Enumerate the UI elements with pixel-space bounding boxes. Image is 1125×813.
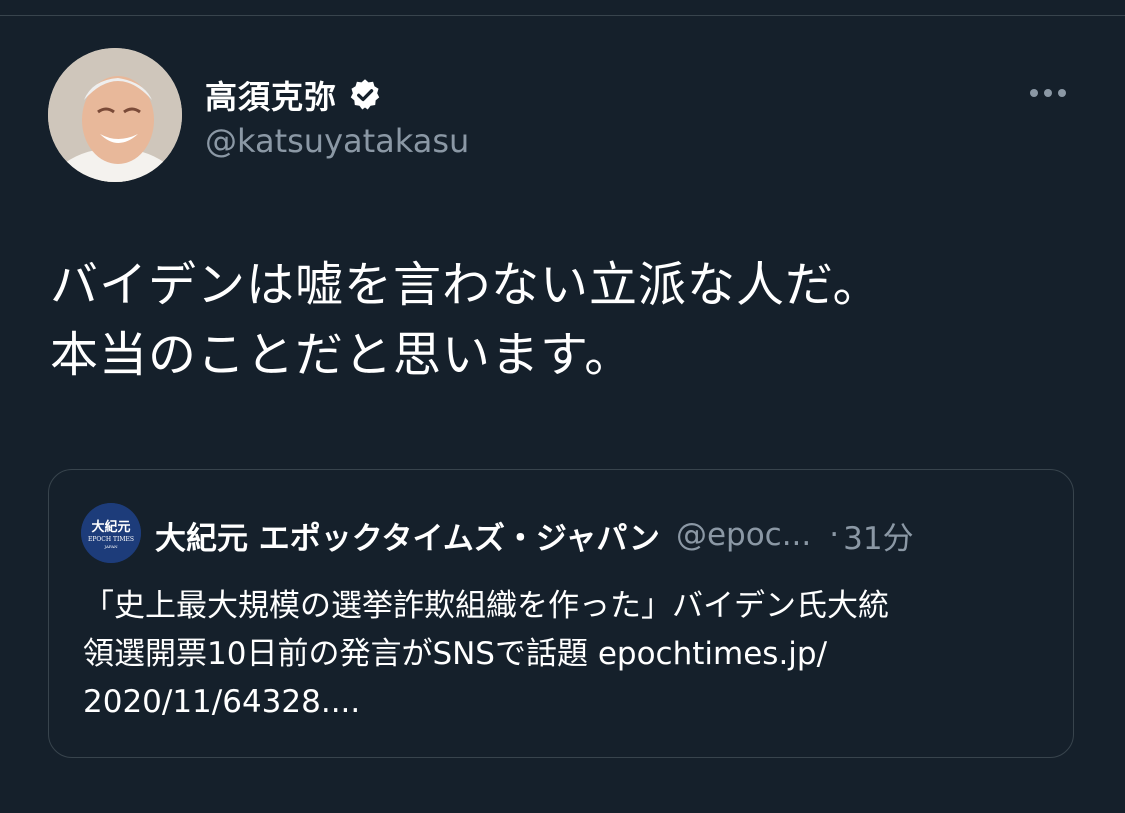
author-handle[interactable]: @katsuyatakasu <box>205 122 469 160</box>
quoted-text-line: 2020/11/64328.... <box>83 684 361 720</box>
quoted-tweet-header: 大紀元 エポックタイムズ・ジャパン @epoc... · 31分 <box>155 510 914 560</box>
epoch-times-logo: 大紀元 EPOCH TIMES JAPAN <box>81 503 141 563</box>
avatar-photo <box>48 48 182 182</box>
tweet-text: バイデンは嘘を言わない立派な人だ。 本当のことだと思います。 <box>50 250 1090 390</box>
more-options-button[interactable] <box>1020 78 1076 108</box>
quoted-text-line: 「史上最大規模の選挙詐欺組織を作った」バイデン氏大統 <box>83 588 889 624</box>
author-display-name[interactable]: 高須克弥 <box>205 72 337 118</box>
tweet-text-line: バイデンは嘘を言わない立派な人だ。 <box>50 257 882 313</box>
quoted-tweet-timestamp[interactable]: 31分 <box>843 513 913 558</box>
more-horizontal-icon <box>1058 89 1066 97</box>
quoted-author-handle[interactable]: @epoc... <box>676 517 811 553</box>
quoted-tweet-card[interactable]: 大紀元 EPOCH TIMES JAPAN 大紀元 エポックタイムズ・ジャパン … <box>48 469 1074 758</box>
verified-badge-icon <box>347 77 383 113</box>
quoted-author-display-name[interactable]: 大紀元 エポックタイムズ・ジャパン <box>155 513 660 558</box>
header-separator: · <box>829 517 840 553</box>
quoted-tweet-text: 「史上最大規模の選挙詐欺組織を作った」バイデン氏大統 領選開票10日前の発言がS… <box>83 582 1043 726</box>
svg-text:JAPAN: JAPAN <box>103 544 118 549</box>
quoted-author-avatar[interactable]: 大紀元 EPOCH TIMES JAPAN <box>81 503 141 563</box>
author-name-row[interactable]: 高須克弥 <box>205 70 383 120</box>
author-avatar[interactable] <box>48 48 182 182</box>
svg-text:大紀元: 大紀元 <box>91 519 130 535</box>
svg-text:EPOCH TIMES: EPOCH TIMES <box>88 536 134 543</box>
quoted-text-line: 領選開票10日前の発言がSNSで話題 epochtimes.jp/ <box>83 636 828 672</box>
tweet-text-line: 本当のことだと思います。 <box>50 327 634 383</box>
top-divider <box>0 15 1125 16</box>
more-horizontal-icon <box>1044 89 1052 97</box>
more-horizontal-icon <box>1030 89 1038 97</box>
